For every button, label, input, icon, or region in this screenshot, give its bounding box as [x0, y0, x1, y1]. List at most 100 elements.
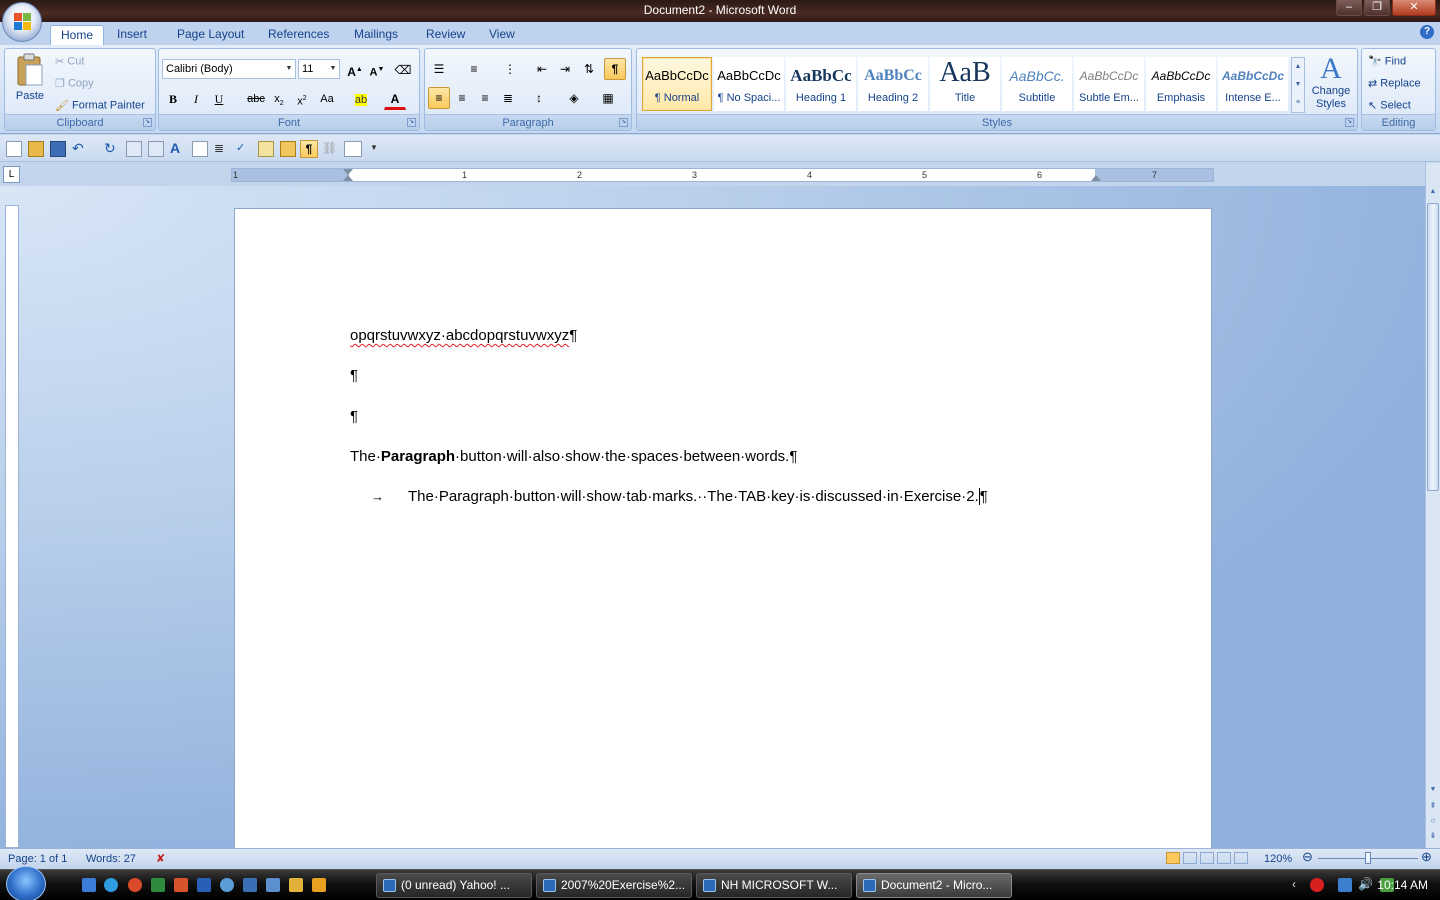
scroll-down-icon[interactable]: ▼	[1427, 783, 1439, 797]
borders-icon[interactable]: ▦	[597, 87, 619, 109]
internet-explorer-icon[interactable]	[104, 878, 118, 892]
web-layout-icon[interactable]	[1200, 852, 1215, 864]
zoom-out-icon[interactable]: ⊖	[1302, 850, 1313, 864]
customize-toolbar-icon[interactable]: ▼	[370, 141, 386, 157]
styles-launcher-icon[interactable]: ↘	[1345, 118, 1354, 127]
excel-icon[interactable]	[151, 878, 165, 892]
print-preview-icon[interactable]	[126, 141, 142, 157]
network-icon[interactable]	[266, 878, 280, 892]
next-page-icon[interactable]: ⇟	[1427, 829, 1439, 843]
superscript-button[interactable]: x2	[291, 88, 313, 110]
tray-expand-icon[interactable]: ‹	[1292, 877, 1296, 891]
powerpoint-icon[interactable]	[174, 878, 188, 892]
page-count[interactable]: Page: 1 of 1	[8, 852, 67, 866]
paragraph-4[interactable]: The·Paragraph·button·will·also·show·the·…	[350, 447, 797, 467]
taskbar-item-yahoo[interactable]: (0 unread) Yahoo! ...	[376, 873, 532, 898]
minimize-button[interactable]: –	[1336, 0, 1362, 16]
shading-icon[interactable]: ◈	[563, 87, 585, 109]
print-layout-icon[interactable]	[1166, 852, 1180, 864]
tab-selector-icon[interactable]: L	[3, 166, 20, 183]
tab-references[interactable]: References	[258, 25, 339, 45]
replace-button[interactable]: ⇄ Replace	[1368, 77, 1421, 90]
decrease-indent-icon[interactable]: ⇤	[531, 58, 553, 80]
horizontal-ruler[interactable]: 1 1 2 3 4 5 6 7	[231, 168, 1214, 182]
styles-scroll[interactable]: ▲ ▼ ≡	[1291, 57, 1305, 113]
tray-app-icon[interactable]	[1310, 878, 1324, 892]
highlight-icon[interactable]: ab	[350, 88, 372, 110]
paragraph-2[interactable]: ¶	[350, 366, 358, 386]
vertical-scrollbar[interactable]: ▲ ▼ ⇞ ○ ⇟	[1425, 163, 1440, 848]
bold-button[interactable]: B	[162, 88, 184, 110]
bookmark-icon[interactable]	[280, 141, 296, 157]
media-icon[interactable]	[128, 878, 142, 892]
numbering-icon[interactable]: ≡	[463, 58, 485, 80]
start-button[interactable]	[6, 866, 46, 900]
format-painter-button[interactable]: 🖌 Format Painter	[55, 99, 145, 112]
style-heading-2[interactable]: AaBbCc Heading 2	[858, 57, 928, 111]
paragraph-1[interactable]: opqrstuvwxyz·abcdopqrstuvwxyz¶	[350, 326, 577, 346]
taskbar-item-exercise[interactable]: 2007%20Exercise%2...	[536, 873, 692, 898]
tab-review[interactable]: Review	[416, 25, 475, 45]
style-no-spacing[interactable]: AaBbCcDc ¶ No Spaci...	[714, 57, 784, 111]
select-button[interactable]: ↖ Select	[1368, 99, 1411, 112]
paragraph-launcher-icon[interactable]: ↘	[619, 118, 628, 127]
show-hide-paragraph-icon[interactable]: ¶	[604, 58, 626, 80]
tab-home[interactable]: Home	[50, 25, 105, 45]
network-tray-icon[interactable]	[1338, 878, 1352, 892]
textbox-icon[interactable]	[344, 141, 362, 157]
tab-insert[interactable]: Insert	[107, 25, 157, 45]
link-icon[interactable]: ⛓	[322, 141, 338, 157]
lightning-icon[interactable]	[289, 878, 303, 892]
open-folder-icon[interactable]	[28, 141, 44, 157]
note-icon[interactable]	[258, 141, 274, 157]
paste-button[interactable]: Paste	[9, 53, 51, 113]
redo-icon[interactable]: ↻	[104, 141, 120, 157]
align-center-icon[interactable]: ≡	[451, 87, 473, 109]
bullets-icon[interactable]: ☰	[428, 58, 450, 80]
paragraph-5[interactable]: → The·Paragraph·button·will·show·tab·mark…	[350, 487, 988, 507]
sort-icon[interactable]: ⇅	[578, 58, 600, 80]
search-icon[interactable]	[220, 878, 234, 892]
show-desktop-icon[interactable]	[82, 878, 96, 892]
word-count[interactable]: Words: 27	[86, 852, 136, 866]
style-subtitle[interactable]: AaBbCc. Subtitle	[1002, 57, 1072, 111]
underline-button[interactable]: U	[208, 88, 230, 110]
change-case-button[interactable]: Aa	[316, 88, 338, 110]
close-button[interactable]: ✕	[1392, 0, 1436, 16]
italic-button[interactable]: I	[185, 88, 207, 110]
style-title[interactable]: AaB Title	[930, 57, 1000, 111]
scroll-up-icon[interactable]: ▲	[1427, 185, 1439, 199]
taskbar-item-document2[interactable]: Document2 - Micro...	[856, 873, 1012, 898]
clear-formatting-icon[interactable]: ⌫	[392, 59, 414, 81]
document-page[interactable]: opqrstuvwxyz·abcdopqrstuvwxyz¶ ¶ ¶ The·P…	[234, 208, 1212, 848]
list-icon[interactable]: ≣	[214, 141, 230, 157]
help-icon[interactable]: ?	[1420, 25, 1434, 39]
select-browse-object-icon[interactable]: ○	[1427, 814, 1439, 828]
strikethrough-button[interactable]: abc	[245, 88, 267, 110]
shrink-font-button[interactable]: A▼	[366, 59, 388, 81]
hanging-indent-marker[interactable]	[343, 175, 353, 181]
style-intense-emphasis[interactable]: AaBbCcDc Intense E...	[1218, 57, 1288, 111]
style-normal[interactable]: AaBbCcDc ¶ Normal	[642, 57, 712, 111]
grow-font-button[interactable]: A▲	[344, 59, 366, 81]
clock[interactable]: 10:14 AM	[1377, 878, 1428, 892]
right-indent-marker[interactable]	[1091, 175, 1101, 181]
proofing-icon[interactable]: ✘	[156, 852, 165, 866]
taskbar-item-nh-microsoft[interactable]: NH MICROSOFT W...	[696, 873, 852, 898]
full-screen-reading-icon[interactable]	[1183, 852, 1198, 864]
tab-view[interactable]: View	[479, 25, 525, 45]
increase-indent-icon[interactable]: ⇥	[554, 58, 576, 80]
style-emphasis[interactable]: AaBbCcDc Emphasis	[1146, 57, 1216, 111]
line-spacing-icon[interactable]: ↕	[528, 87, 550, 109]
cut-button[interactable]: ✂ Cut	[55, 55, 84, 68]
style-subtle-emphasis[interactable]: AaBbCcDc Subtle Em...	[1074, 57, 1144, 111]
justify-icon[interactable]: ≣	[497, 87, 519, 109]
office-button[interactable]	[2, 2, 42, 42]
font-size-combo[interactable]: 11 ▼	[298, 59, 340, 79]
subscript-button[interactable]: x2	[268, 88, 290, 110]
scroll-thumb[interactable]	[1427, 203, 1439, 491]
quick-print-icon[interactable]	[148, 141, 164, 157]
paragraph-3[interactable]: ¶	[350, 407, 358, 427]
copy-button[interactable]: ❐ Copy	[55, 77, 94, 90]
font-launcher-icon[interactable]: ↘	[407, 118, 416, 127]
